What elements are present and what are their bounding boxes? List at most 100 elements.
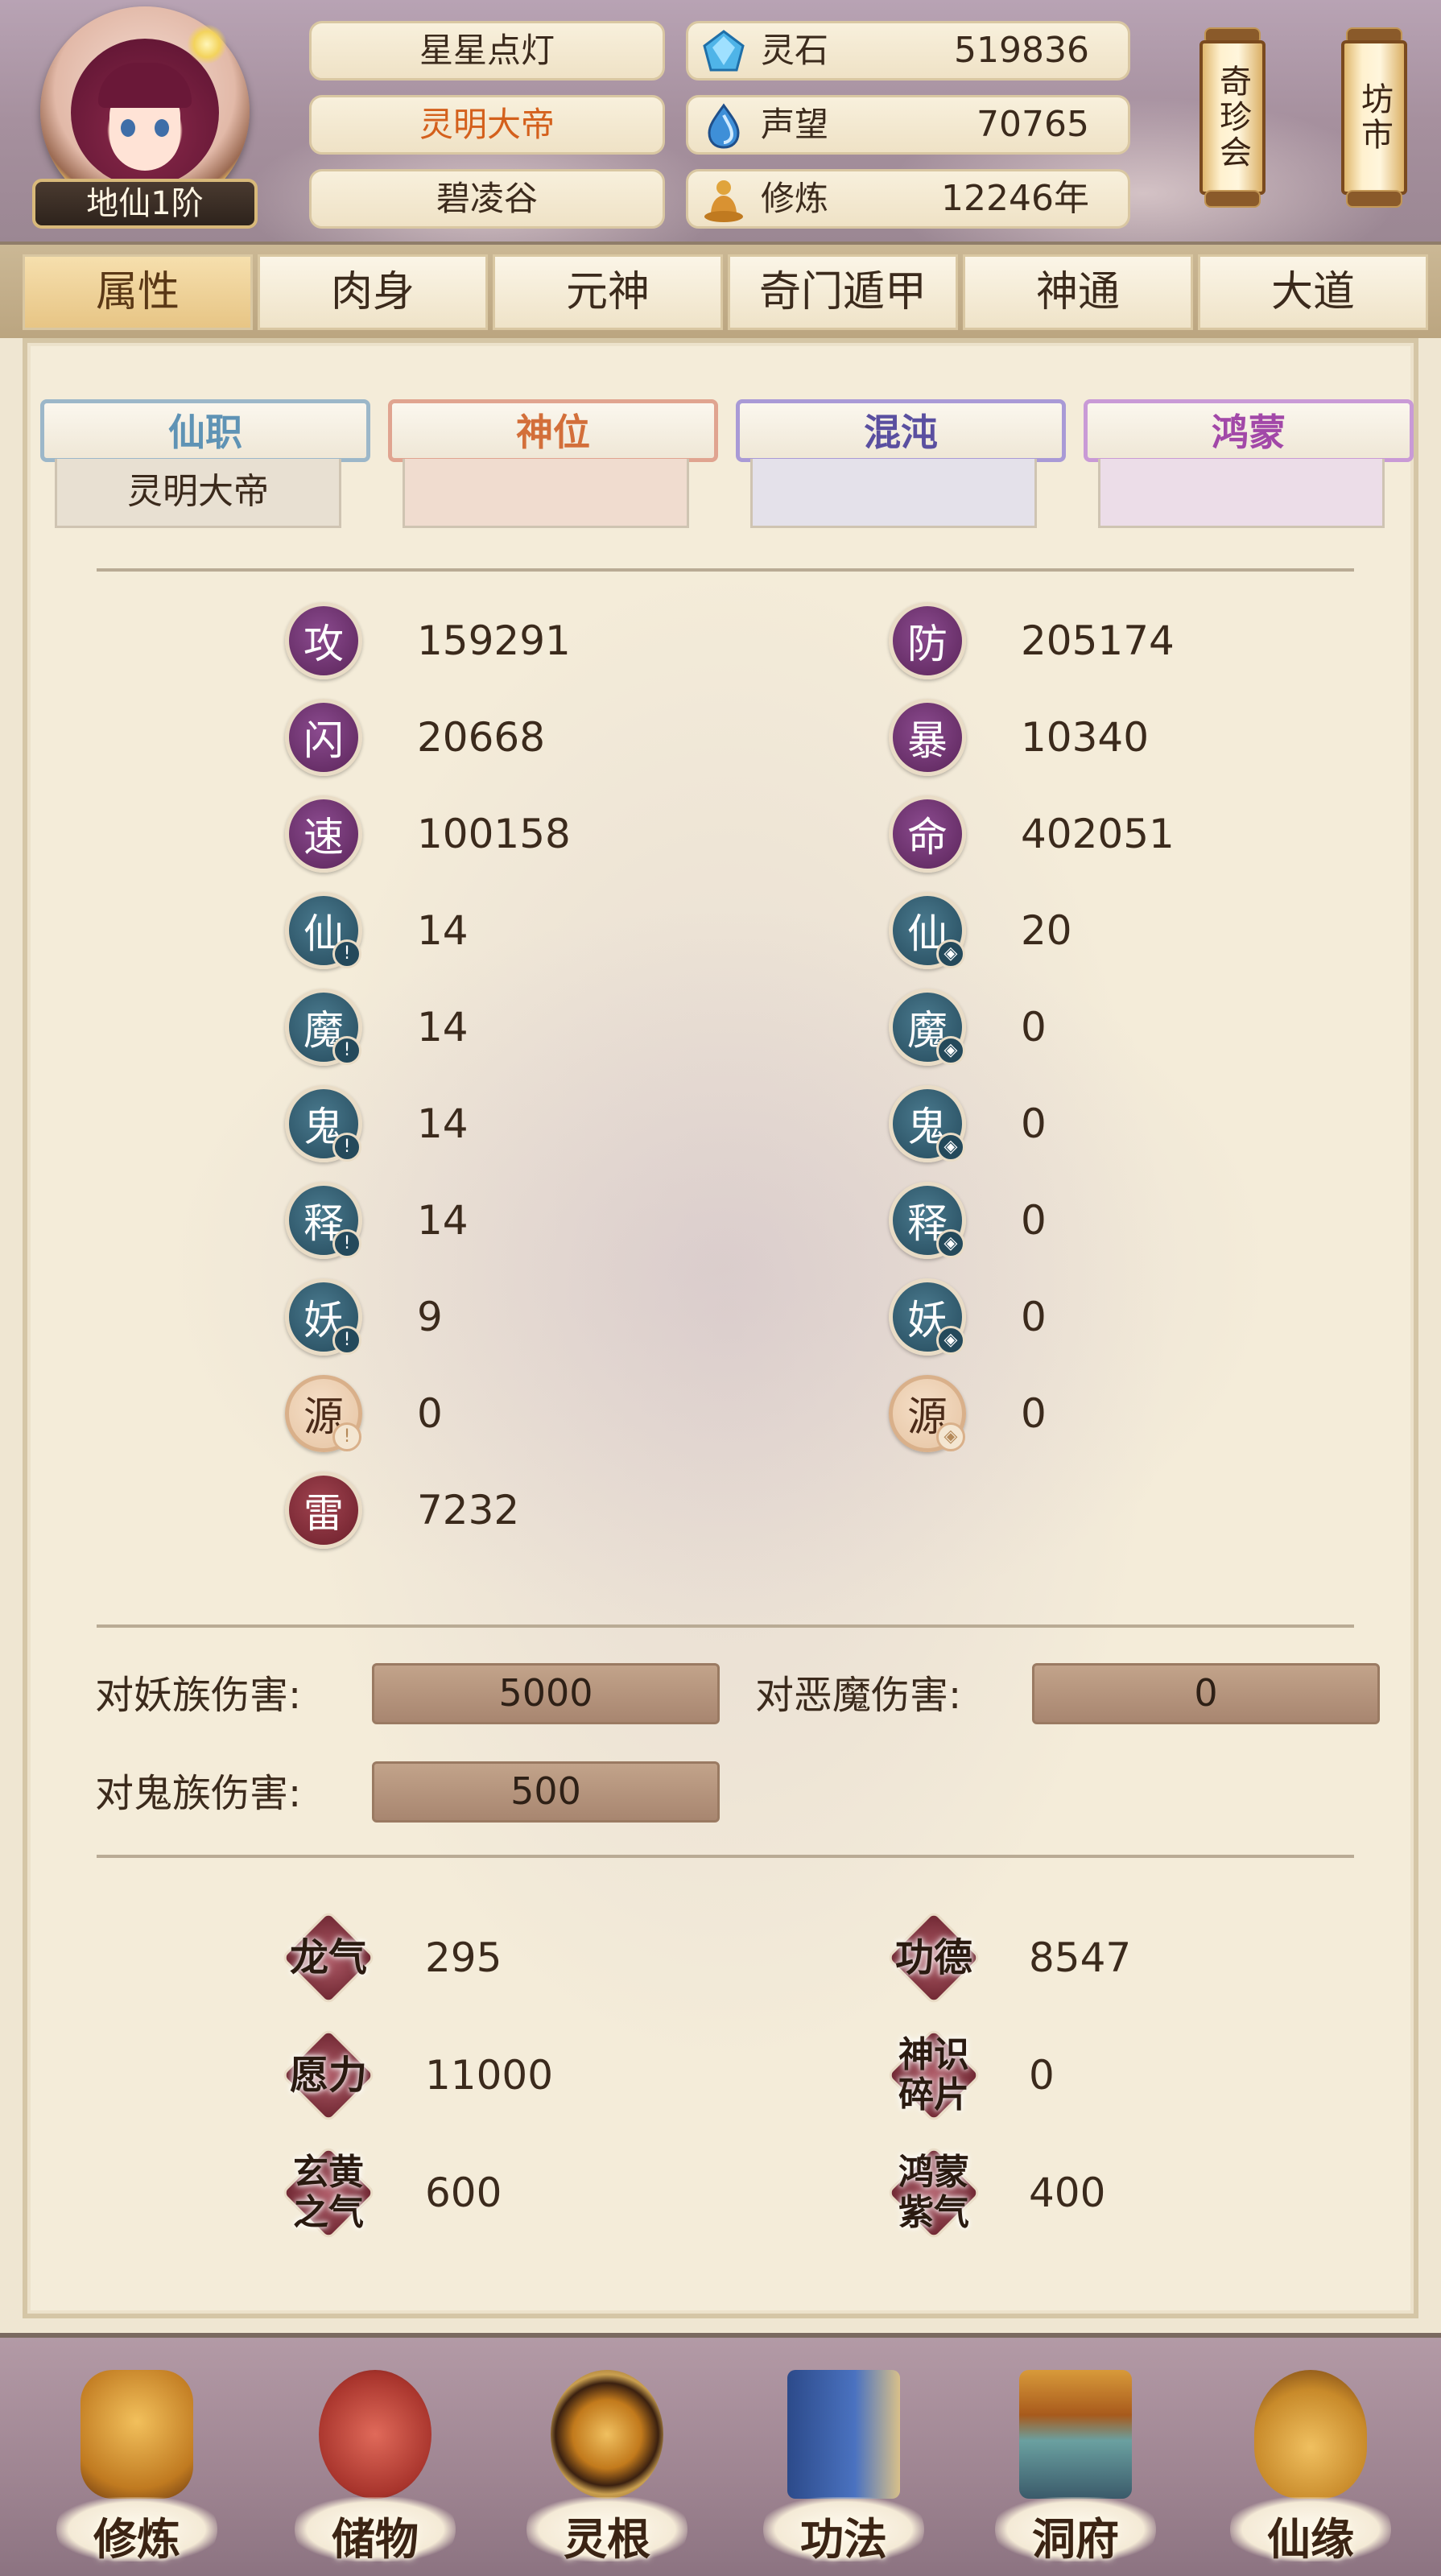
divine-rank-value [403, 459, 689, 528]
treasure-auction-button[interactable]: 奇珍会 [1198, 27, 1267, 208]
hongmeng-qi-value: 400 [1029, 2169, 1106, 2216]
buddha-defense-icon: 释 ◈ [889, 1182, 966, 1259]
resource-value: 519836 [954, 30, 1089, 71]
origin-attack-icon: 源! [285, 1375, 362, 1452]
divider [97, 1855, 1354, 1858]
treasure-bag-icon [319, 2370, 431, 2499]
critical-value: 10340 [1021, 714, 1150, 761]
hp-value: 402051 [1021, 811, 1175, 857]
subtab-hongmeng[interactable]: 鸿蒙 [1084, 399, 1414, 462]
bottom-nav: 修炼 储物 灵根 功法 洞府 仙缘 [0, 2333, 1441, 2576]
nav-cave-dwelling[interactable]: 洞府 [987, 2354, 1164, 2576]
shield-mark-icon: ◈ [936, 1036, 965, 1065]
nav-fortune[interactable]: 仙缘 [1222, 2354, 1399, 2576]
dodge-value: 20668 [417, 714, 546, 761]
player-title: 灵明大帝 [309, 95, 665, 155]
spirit-stone-icon [703, 30, 745, 72]
nav-spirit-root[interactable]: 灵根 [518, 2354, 696, 2576]
tab-body[interactable]: 肉身 [258, 254, 488, 330]
nav-techniques[interactable]: 功法 [755, 2354, 932, 2576]
demon-defense-value: 0 [1021, 1004, 1047, 1051]
gourd-icon [1254, 2370, 1367, 2499]
buddha-attack-icon: 释! [285, 1182, 362, 1259]
demon-defense-icon: 魔 ◈ [889, 989, 966, 1066]
player-name: 星星点灯 [309, 21, 665, 80]
nav-storage[interactable]: 储物 [287, 2354, 464, 2576]
resource-prestige: 声望 70765 [686, 95, 1130, 155]
immortal-post-value: 灵明大帝 [55, 459, 341, 528]
attack-mark-icon: ! [332, 1036, 361, 1065]
merit-icon: 功德 [886, 1909, 982, 2006]
ghost-attack-icon: 鬼! [285, 1085, 362, 1162]
main-tab-bar: 属性 肉身 元神 奇门遁甲 神通 大道 [0, 242, 1441, 338]
ghost-defense-value: 0 [1021, 1100, 1047, 1147]
wish-power-value: 11000 [425, 2052, 554, 2099]
damage-vs-ghost-label: 对鬼族伤害: [95, 1771, 302, 1816]
immortal-defense-icon: 仙 ◈ [889, 892, 966, 969]
subtab-chaos[interactable]: 混沌 [736, 399, 1066, 462]
attack-mark-icon: ! [332, 939, 361, 968]
shield-mark-icon: ◈ [936, 1229, 965, 1258]
tab-spirit[interactable]: 元神 [493, 254, 723, 330]
tab-qimen[interactable]: 奇门遁甲 [728, 254, 958, 330]
buddha-defense-value: 0 [1021, 1197, 1047, 1244]
hongmeng-value [1098, 459, 1385, 528]
demon-attack-value: 14 [417, 1004, 469, 1051]
chaos-value [750, 459, 1037, 528]
soul-fragment-value: 0 [1029, 2052, 1055, 2099]
origin-attack-value: 0 [417, 1390, 443, 1437]
ghost-attack-value: 14 [417, 1100, 469, 1147]
attack-mark-icon: ! [332, 1133, 361, 1162]
tab-abilities[interactable]: 神通 [963, 254, 1193, 330]
divider [97, 568, 1354, 572]
player-sect: 碧凌谷 [309, 169, 665, 229]
damage-vs-yao-value: 5000 [372, 1663, 720, 1724]
subtab-divine-rank[interactable]: 神位 [388, 399, 718, 462]
shield-mark-icon: ◈ [936, 1422, 965, 1451]
resource-value: 70765 [976, 104, 1089, 145]
defense-value: 205174 [1021, 617, 1175, 664]
origin-defense-icon: 源 ◈ [889, 1375, 966, 1452]
demon-attack-icon: 魔! [285, 989, 362, 1066]
speed-value: 100158 [417, 811, 571, 857]
meditating-monk-icon [81, 2370, 193, 2499]
rank-badge: 地仙1阶 [32, 179, 258, 229]
dragon-qi-icon: 龙气 [280, 1909, 377, 2006]
monster-defense-icon: 妖 ◈ [889, 1278, 966, 1356]
resource-cultivation: 修炼 12246年 [686, 169, 1130, 229]
thunder-value: 7232 [417, 1487, 520, 1534]
monster-attack-icon: 妖! [285, 1278, 362, 1356]
hp-icon: 命 [889, 795, 966, 873]
scroll-label: 奇珍会 [1199, 40, 1266, 195]
damage-vs-ghost-value: 500 [372, 1761, 720, 1823]
tab-attributes[interactable]: 属性 [23, 254, 253, 330]
flower-icon [187, 24, 227, 64]
hongmeng-qi-icon: 鸿蒙 紫气 [886, 2145, 982, 2241]
technique-book-icon [787, 2370, 900, 2499]
damage-vs-yao-label: 对妖族伤害: [95, 1673, 302, 1718]
tab-dao[interactable]: 大道 [1198, 254, 1428, 330]
buddha-attack-value: 14 [417, 1197, 469, 1244]
xuanhuang-qi-icon: 玄黄 之气 [280, 2145, 377, 2241]
resource-label: 声望 [761, 105, 829, 144]
subtab-immortal-post[interactable]: 仙职 [40, 399, 370, 462]
prestige-icon [708, 103, 740, 149]
monster-defense-value: 0 [1021, 1294, 1047, 1340]
defense-icon: 防 [889, 602, 966, 679]
resource-spirit-stone: 灵石 519836 [686, 21, 1130, 80]
critical-icon: 暴 [889, 699, 966, 776]
attack-mark-icon: ! [332, 1326, 361, 1355]
nav-cultivate[interactable]: 修炼 [48, 2354, 225, 2576]
attack-icon: 攻 [285, 602, 362, 679]
dragon-qi-value: 295 [425, 1934, 502, 1981]
attack-mark-icon: ! [332, 1229, 361, 1258]
damage-vs-demon-label: 对恶魔伤害: [755, 1673, 962, 1718]
xuanhuang-qi-value: 600 [425, 2169, 502, 2216]
market-button[interactable]: 坊市 [1340, 27, 1409, 208]
immortal-defense-value: 20 [1021, 907, 1072, 954]
immortal-attack-value: 14 [417, 907, 469, 954]
damage-vs-demon-value: 0 [1032, 1663, 1380, 1724]
origin-defense-value: 0 [1021, 1390, 1047, 1437]
dodge-icon: 闪 [285, 699, 362, 776]
immortal-attack-icon: 仙! [285, 892, 362, 969]
